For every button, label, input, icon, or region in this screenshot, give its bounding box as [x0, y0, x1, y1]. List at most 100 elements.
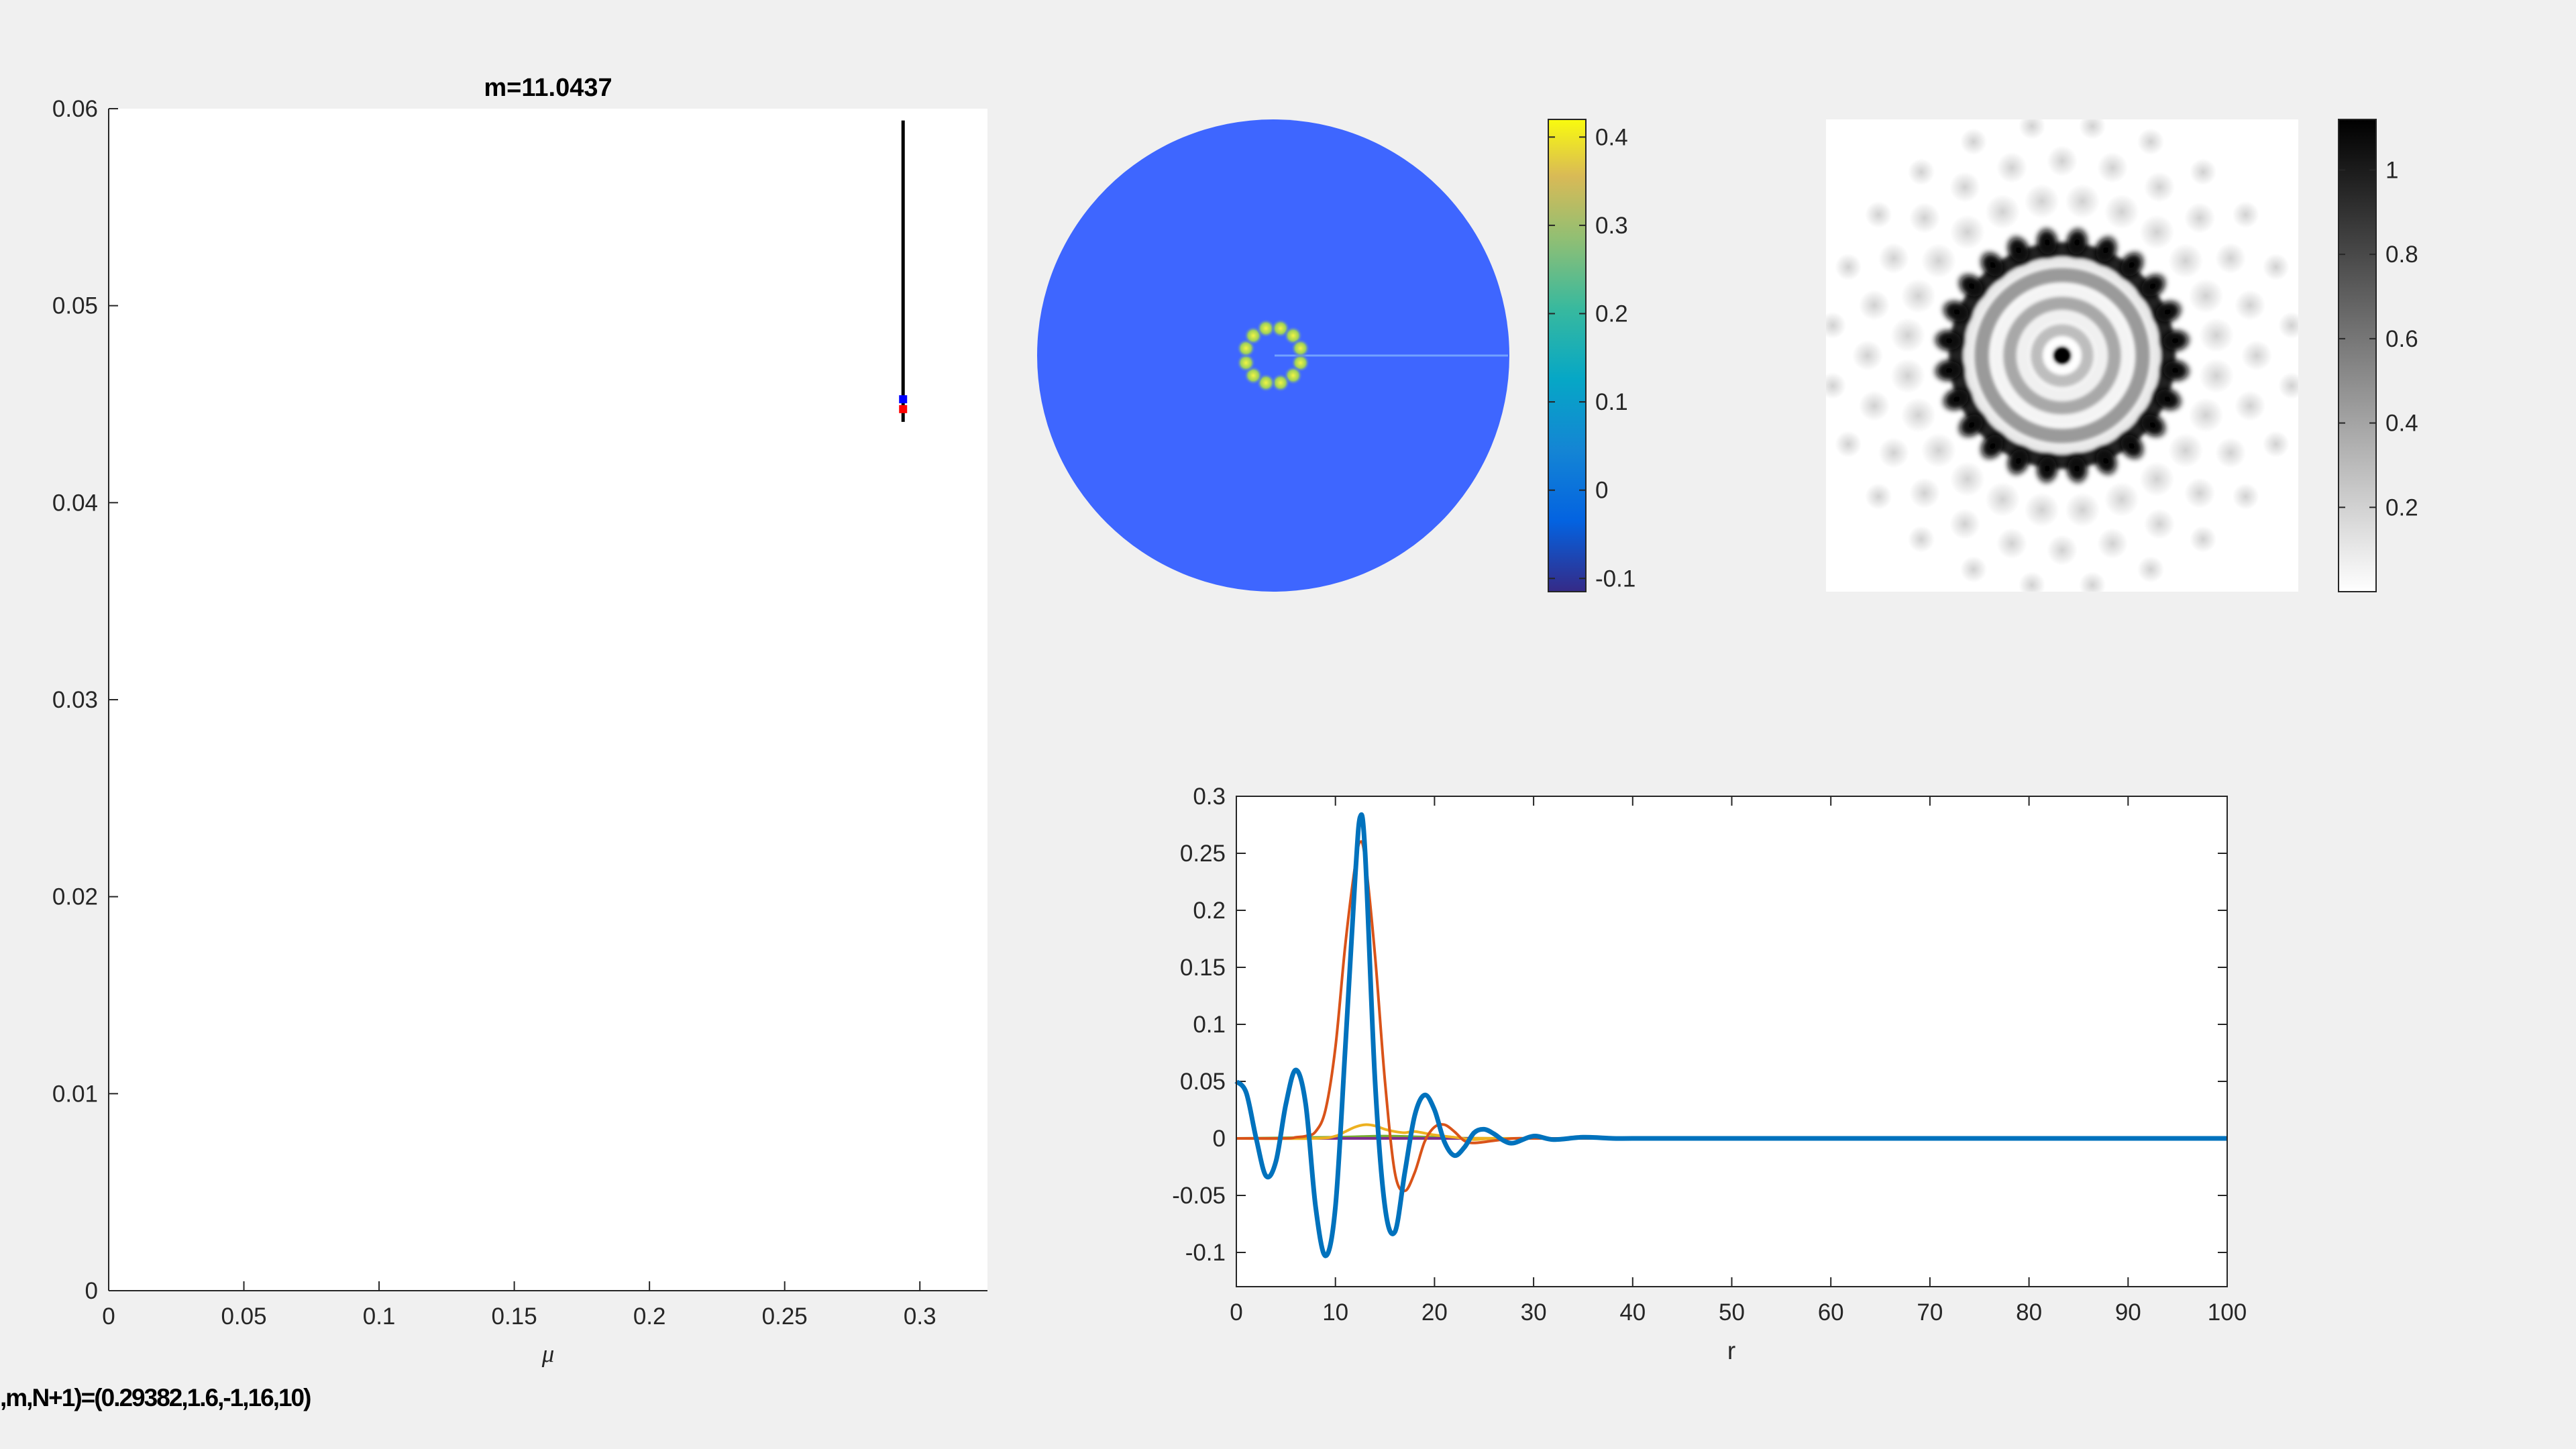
- y-tick-label: 0.1: [1193, 1012, 1226, 1038]
- x-tick-label: 30: [1521, 1299, 1547, 1326]
- halo-spot: [2024, 183, 2059, 219]
- halo-spot: [1909, 202, 1940, 233]
- halo-spot: [2262, 253, 2290, 280]
- colorbar-tick-label: 0: [1595, 478, 1608, 504]
- x-tick-label: 0.05: [221, 1303, 266, 1330]
- field-spot: [1291, 339, 1310, 358]
- halo-spot: [2168, 243, 2204, 278]
- halo-spot: [1835, 253, 1862, 280]
- halo-spot: [2232, 201, 2259, 228]
- halo-spot: [2104, 482, 2139, 517]
- halo-spot: [1949, 462, 1985, 497]
- halo-spot: [1907, 525, 1935, 553]
- chart-title: m=11.0437: [484, 74, 612, 102]
- colorbar-tick-label: 0.6: [2385, 326, 2418, 352]
- halo-spot: [2278, 311, 2298, 339]
- halo-spot: [1890, 317, 1925, 353]
- halo-spot: [2190, 158, 2217, 186]
- halo-spot: [1900, 397, 1936, 433]
- y-tick-label: 0.03: [52, 687, 98, 713]
- x-tick-label: 90: [2115, 1299, 2141, 1326]
- x-axis-label: μ: [541, 1340, 555, 1368]
- halo-spot: [1865, 201, 1892, 228]
- halo-spot: [2097, 528, 2129, 559]
- colorbar-tick-label: 0.1: [1595, 389, 1628, 415]
- halo-spot: [1949, 508, 1980, 540]
- halo-spot: [1878, 437, 1909, 468]
- radial-profile-axes: -0.1 -0.05 0 0.05 0.1 0.15 0.2 0.25 0.3 0 10 20 30 4…: [1172, 784, 2247, 1364]
- colorbar: 0.2 0.4 0.6 0.8 1: [2338, 119, 2418, 592]
- x-tick-label: 80: [2016, 1299, 2042, 1326]
- parameter-readout: ,m,N+1)=(0.29382,1.6,-1,16,10): [0, 1384, 311, 1411]
- halo-spot: [2024, 492, 2059, 528]
- colorbar-tick-label: 1: [2385, 157, 2398, 183]
- figure-canvas: 0 0.01 0.02 0.03 0.04 0.05 0.06 0 0.05 0.1 0.15 0.…: [52, 74, 2418, 1368]
- halo-spot: [1865, 483, 1892, 511]
- mu-axes: 0 0.01 0.02 0.03 0.04 0.05 0.06 0 0.05 0.1 0.15 0.…: [52, 74, 987, 1368]
- halo-spot: [1949, 171, 1980, 203]
- halo-spot: [2065, 183, 2100, 219]
- halo-spot: [2215, 243, 2247, 274]
- halo-spot: [1985, 194, 2021, 229]
- y-tick-label: 0.02: [52, 884, 98, 910]
- halo-spot: [1826, 311, 1846, 339]
- y-tick-label: 0: [85, 1278, 98, 1304]
- halo-spot: [2139, 214, 2175, 250]
- halo-spot: [2199, 358, 2235, 394]
- concentric-rings: [1949, 242, 2176, 469]
- halo-spot: [2188, 397, 2224, 433]
- x-tick-label: 0.1: [363, 1303, 396, 1330]
- field-disk-heatmap: -0.1 0 0.1 0.2 0.3 0.4: [1037, 119, 1635, 592]
- halo-spot: [2241, 340, 2272, 371]
- halo-spot: [1878, 243, 1909, 274]
- x-tick-label: 0.2: [633, 1303, 666, 1330]
- x-tick-label: 0.25: [762, 1303, 808, 1330]
- halo-spot: [2144, 508, 2175, 540]
- halo-spot: [2137, 128, 2165, 156]
- halo-spot: [2139, 462, 2175, 497]
- halo-spot: [2018, 572, 2045, 592]
- y-tick-label: 0.01: [52, 1081, 98, 1107]
- halo-spot: [1907, 158, 1935, 186]
- halo-spot: [2047, 535, 2078, 566]
- halo-spot: [2097, 152, 2129, 183]
- y-tick-label: 0.25: [1180, 841, 1226, 867]
- x-tick-label: 0.15: [492, 1303, 537, 1330]
- intensity-heatmap: 0.2 0.4 0.6 0.8 1: [1826, 119, 2418, 592]
- halo-spot: [1996, 528, 2027, 559]
- y-tick-label: -0.1: [1185, 1240, 1226, 1266]
- y-tick-label: 0.15: [1180, 955, 1226, 981]
- halo-spot: [1960, 555, 1987, 583]
- x-tick-label: 70: [1917, 1299, 1943, 1326]
- halo-spot: [1890, 358, 1925, 394]
- halo-spot: [2184, 478, 2216, 509]
- x-tick-label: 0.3: [904, 1303, 936, 1330]
- halo-spot: [2168, 433, 2204, 468]
- y-tick-label: 0.04: [52, 490, 98, 516]
- point-marker: [899, 395, 908, 404]
- halo-spot: [2232, 483, 2259, 511]
- halo-spot: [2278, 372, 2298, 400]
- colorbar: -0.1 0 0.1 0.2 0.3 0.4: [1548, 119, 1635, 592]
- halo-spot: [1985, 482, 2021, 517]
- halo-spot: [1960, 128, 1987, 156]
- halo-spot: [1909, 478, 1940, 509]
- x-axis-label: r: [1727, 1337, 1735, 1364]
- halo-spot: [1900, 278, 1936, 314]
- x-tick-label: 50: [1719, 1299, 1745, 1326]
- x-tick-label: 40: [1619, 1299, 1646, 1326]
- colorbar-tick-label: 0.8: [2385, 241, 2418, 268]
- halo-spot: [2188, 278, 2224, 314]
- y-tick-label: -0.05: [1172, 1183, 1226, 1209]
- colorbar-tick-label: 0.4: [2385, 411, 2418, 437]
- halo-spot: [2137, 555, 2165, 583]
- x-tick-label: 20: [1421, 1299, 1448, 1326]
- colorbar-tick-label: -0.1: [1595, 566, 1635, 592]
- halo-spot: [2065, 492, 2100, 528]
- halo-spot: [2199, 317, 2235, 353]
- halo-spot: [2262, 431, 2290, 458]
- point-marker: [899, 405, 908, 413]
- halo-spot: [2079, 572, 2106, 592]
- y-tick-label: 0.2: [1193, 898, 1226, 924]
- x-tick-label: 100: [2208, 1299, 2247, 1326]
